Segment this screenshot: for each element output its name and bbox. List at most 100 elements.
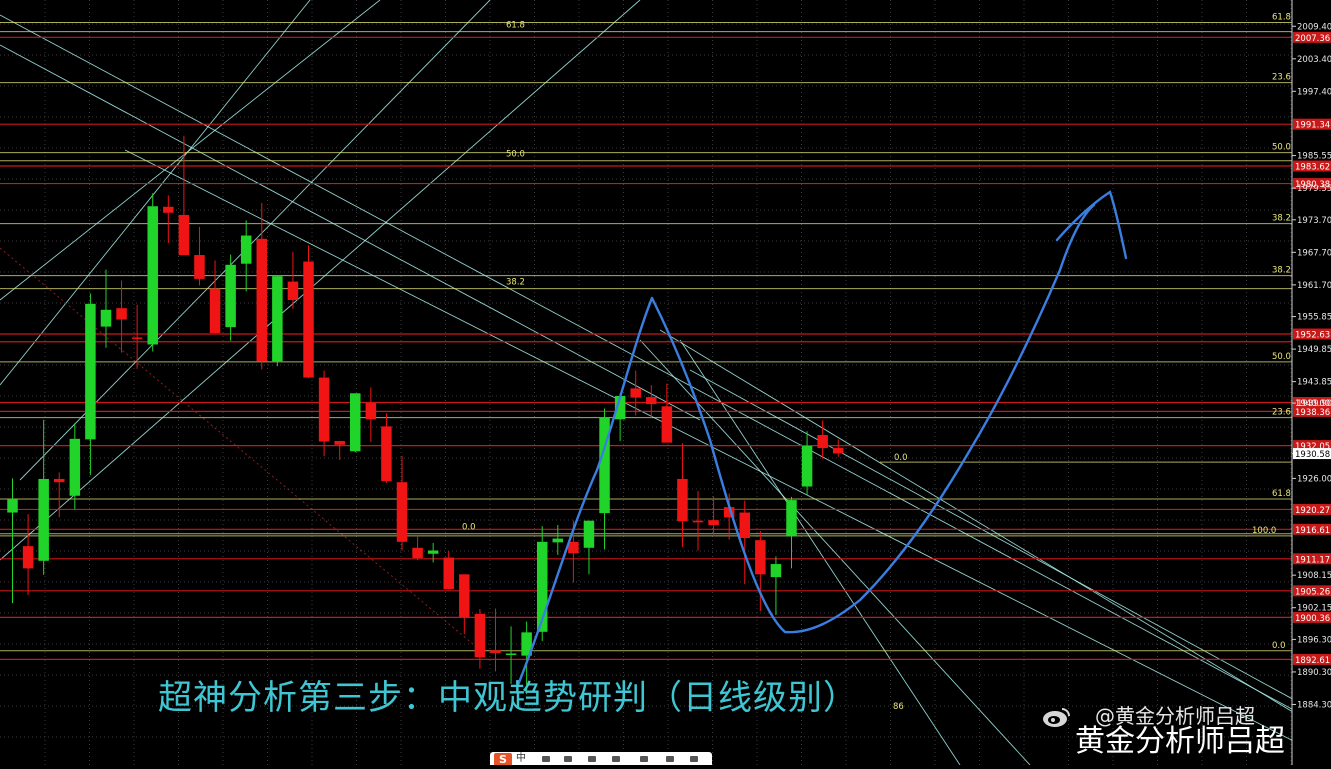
red-level-label: 1911.17 (1295, 555, 1330, 565)
candle-body (786, 500, 797, 537)
ime-keyboard-icon[interactable] (612, 756, 620, 762)
fib-level-label: 38.2 (1272, 214, 1291, 224)
candle-body (178, 214, 190, 256)
ime-emoji-icon[interactable] (564, 756, 572, 762)
fib-small-label: 86 (893, 702, 904, 712)
candle-body (147, 206, 158, 345)
candle-body (396, 482, 408, 542)
candle-body (412, 547, 423, 559)
candle-body (365, 403, 377, 420)
candle-body (287, 281, 299, 301)
candle-body (708, 520, 719, 526)
price-tick-label: 1884.30 (1297, 700, 1331, 710)
price-tick-label: 1943.85 (1297, 378, 1331, 388)
candle-body (552, 538, 564, 543)
candle-body (381, 426, 392, 482)
fib-level-label: 100.0 (1252, 526, 1276, 536)
fib-level-label: 61.8 (1272, 489, 1291, 499)
red-level-label: 1892.61 (1295, 656, 1330, 666)
candle-body (630, 388, 641, 398)
candle-body (194, 255, 205, 279)
candle-body (209, 288, 221, 334)
ime-skin-icon[interactable] (640, 756, 648, 762)
price-tick-label: 1973.70 (1297, 216, 1331, 226)
candle-body (474, 613, 486, 658)
ime-logo-icon[interactable]: S (494, 753, 512, 765)
fib-level-label: 0.0 (462, 523, 476, 533)
price-tick-label: 1908.15 (1297, 571, 1331, 581)
ime-toolbar[interactable]: S 中 (490, 752, 712, 765)
candle-body (53, 478, 65, 483)
weibo-icon (1043, 708, 1070, 727)
red-level-label: 1991.34 (1295, 121, 1330, 131)
chart-stage: 2007.361991.341983.621980.381952.631940.… (0, 0, 1331, 766)
watermark-name: 黄金分析师吕超 (1075, 724, 1285, 759)
candle-body (646, 397, 657, 405)
price-tick-label: 1955.85 (1297, 313, 1331, 323)
candle-body (116, 308, 127, 320)
candle-body (69, 438, 81, 496)
price-tick-label: 2003.40 (1297, 55, 1331, 65)
candle-body (163, 206, 174, 213)
current-price-label: 1930.58 (1295, 450, 1330, 460)
price-tick-label: 1926.00 (1297, 474, 1331, 484)
candle-body (225, 264, 236, 328)
price-tick-label: 1979.55 (1297, 184, 1331, 194)
candle-body (240, 235, 252, 264)
red-level-label: 2007.36 (1295, 34, 1330, 44)
ime-menu-icon[interactable] (690, 756, 698, 762)
candle-body (334, 440, 345, 445)
price-tick-label: 1902.15 (1297, 604, 1331, 614)
candle-body (755, 540, 766, 575)
red-level-label: 1920.27 (1295, 506, 1330, 516)
red-level-label: 1900.36 (1295, 614, 1330, 624)
ime-punctuation-icon[interactable] (542, 756, 550, 762)
candle-body (443, 557, 454, 589)
fib-level-label: 0.0 (894, 453, 908, 463)
candle-body (318, 377, 330, 442)
fib-level-label: 23.6 (1272, 408, 1291, 418)
candle-body (350, 393, 361, 452)
price-tick-label: 1939.90 (1297, 399, 1331, 409)
candle-body (22, 546, 34, 569)
red-level-label: 1916.61 (1295, 526, 1330, 536)
candle-body (801, 445, 813, 487)
candle-body (817, 435, 828, 449)
candle-body (38, 478, 49, 561)
candle-body (677, 478, 688, 522)
price-tick-label: 1967.70 (1297, 248, 1331, 258)
candle-body (85, 303, 96, 440)
candle-body (770, 564, 782, 578)
price-tick-label: 1896.30 (1297, 635, 1331, 645)
chart-background (0, 0, 1331, 765)
candle-body (661, 406, 673, 443)
fib-level-label: 50.0 (1272, 143, 1291, 153)
fib-level-label: 50.0 (506, 150, 525, 160)
price-tick-label: 1949.85 (1297, 345, 1331, 355)
candle-body (100, 309, 112, 327)
candle-body (692, 520, 704, 523)
red-level-label: 1905.26 (1295, 587, 1330, 597)
candle-body (832, 448, 844, 454)
fib-level-label: 0.0 (1272, 641, 1286, 651)
ime-tools-icon[interactable] (666, 756, 674, 762)
fib-level-label: 50.0 (1272, 352, 1291, 362)
red-level-label: 1952.63 (1295, 331, 1330, 341)
candle-body (131, 337, 143, 339)
candle-body (272, 276, 283, 362)
fib-level-label: 38.2 (506, 278, 525, 288)
chart-caption: 超神分析第三步：中观趋势研判（日线级别） (158, 678, 858, 718)
price-tick-label: 1997.40 (1297, 87, 1331, 97)
ime-voice-icon[interactable] (588, 756, 596, 762)
ime-mode-label[interactable]: 中 (516, 752, 526, 765)
price-tick-label: 1890.30 (1297, 668, 1331, 678)
candle-body (505, 653, 517, 655)
candle-body (459, 574, 470, 618)
candle-body (256, 238, 268, 362)
candle-body (303, 261, 314, 378)
price-tick-label: 1985.55 (1297, 152, 1331, 162)
price-chart: 2007.361991.341983.621980.381952.631940.… (0, 0, 1331, 766)
fib-level-label: 38.2 (1272, 266, 1291, 276)
candle-body (490, 650, 501, 653)
red-level-label: 1938.36 (1295, 408, 1330, 418)
